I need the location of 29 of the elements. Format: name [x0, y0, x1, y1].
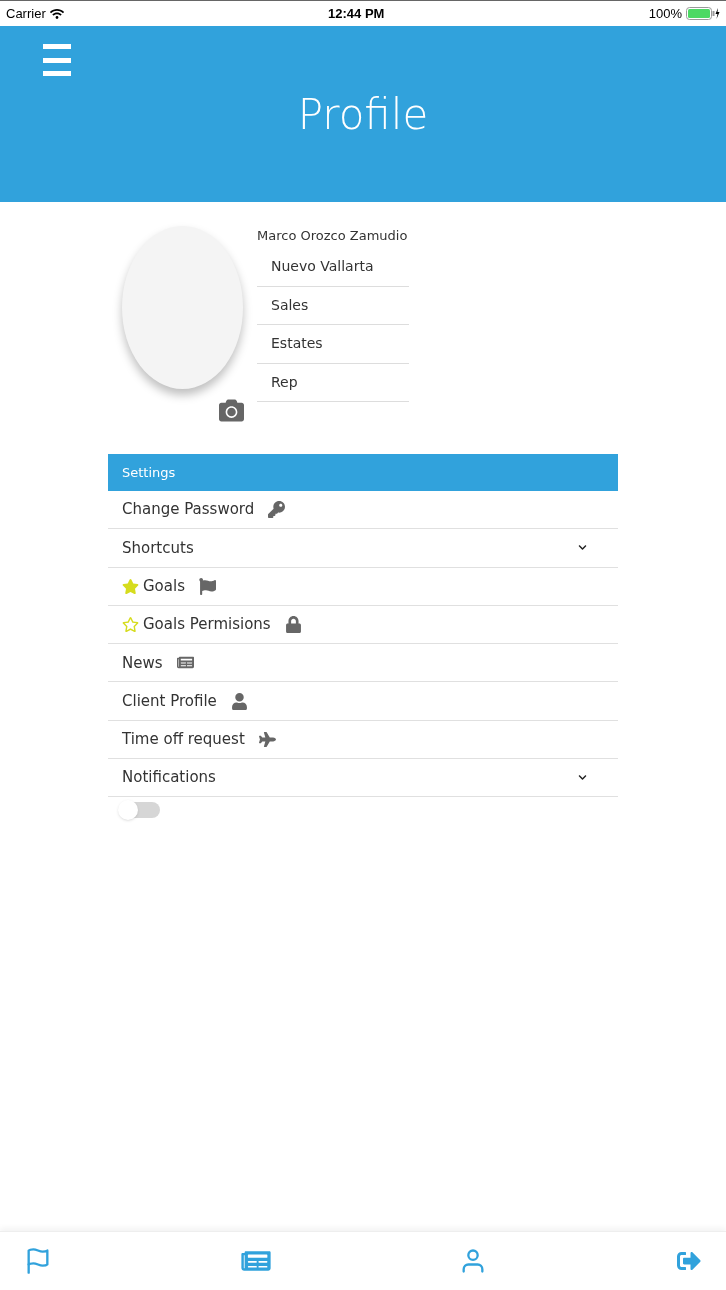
- page-title: Profile: [297, 88, 429, 141]
- settings-item[interactable]: News: [108, 644, 618, 683]
- settings-item[interactable]: Notifications: [108, 759, 618, 798]
- profile-detail: Estates: [257, 325, 409, 364]
- notifications-toggle[interactable]: [120, 802, 160, 819]
- settings-item[interactable]: Change Password: [108, 491, 618, 530]
- settings-item[interactable]: Shortcuts: [108, 529, 618, 568]
- newspaper-tab[interactable]: [240, 1248, 271, 1274]
- profile-name: Marco Orozco Zamudio: [257, 227, 408, 245]
- battery-icon: [686, 7, 720, 20]
- airplane-icon: [258, 730, 276, 748]
- clock: 12:44 PM: [328, 4, 385, 23]
- flag-icon: [199, 577, 216, 595]
- settings-header: Settings: [108, 454, 618, 491]
- settings-item[interactable]: Client Profile: [108, 682, 618, 721]
- person-icon: [230, 692, 248, 710]
- carrier-label: Carrier: [6, 4, 46, 23]
- profile-detail: Nuevo Vallarta: [257, 248, 409, 287]
- profile-detail: Rep: [257, 363, 409, 402]
- key-icon: [268, 501, 286, 519]
- logout-tab[interactable]: [675, 1249, 702, 1273]
- profile-detail: Sales: [257, 286, 409, 325]
- menu-button[interactable]: [43, 42, 71, 78]
- battery-percent: 100%: [648, 4, 682, 23]
- wifi-icon: [49, 6, 64, 21]
- settings-item[interactable]: Time off request: [108, 720, 618, 760]
- settings-item[interactable]: Goals: [108, 567, 618, 606]
- settings-item[interactable]: Goals Permisions: [108, 605, 618, 645]
- lock-icon: [284, 616, 302, 634]
